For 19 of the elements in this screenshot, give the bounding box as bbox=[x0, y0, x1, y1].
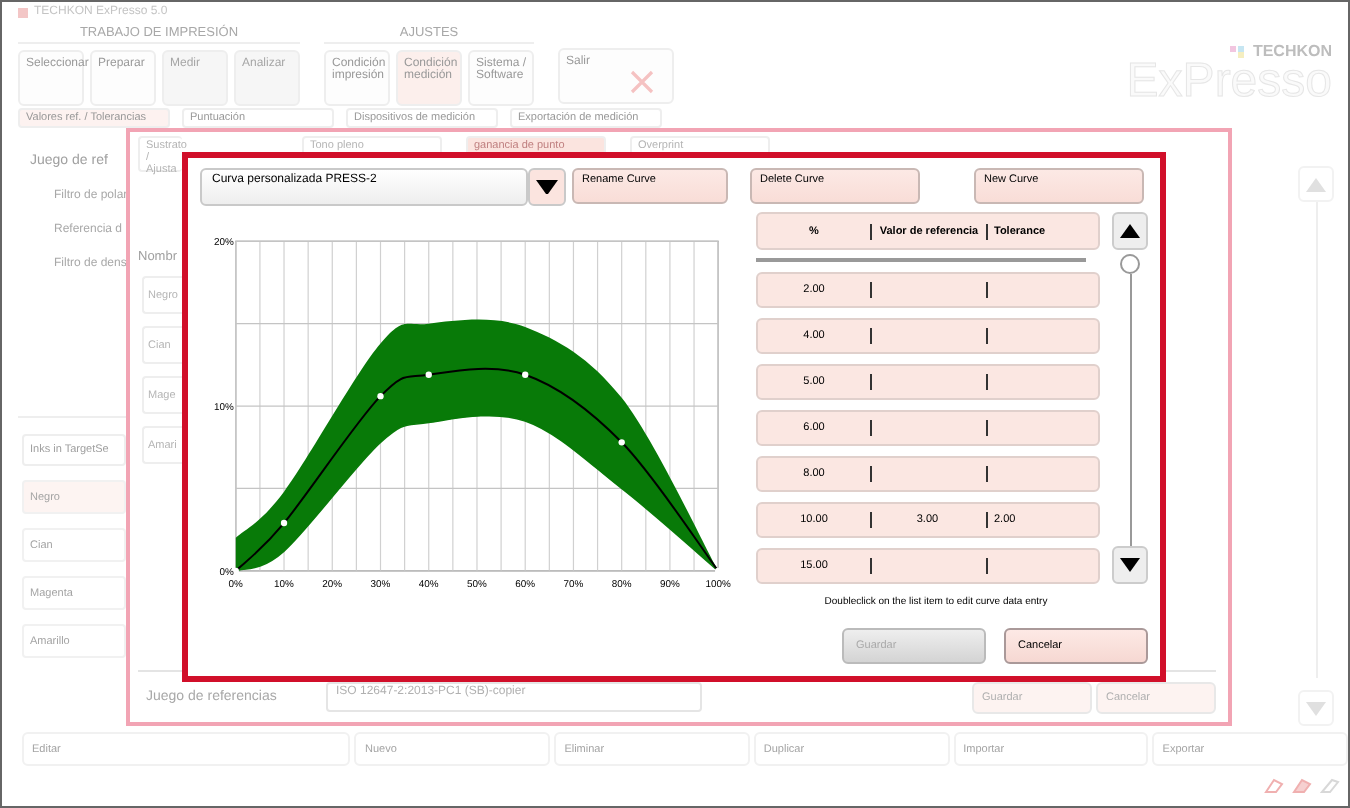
down-arrow-icon bbox=[536, 179, 558, 195]
data-point bbox=[522, 371, 529, 378]
up-arrow-icon bbox=[1306, 177, 1326, 191]
squares-icon bbox=[1230, 45, 1247, 57]
logo-brand: TECHKON bbox=[1252, 42, 1332, 60]
scroll-up-button[interactable] bbox=[1112, 212, 1148, 250]
data-point bbox=[280, 519, 288, 527]
close-icon bbox=[630, 70, 654, 94]
down-arrow-icon bbox=[1306, 701, 1326, 715]
data-point bbox=[377, 393, 384, 400]
data-point bbox=[232, 567, 239, 574]
data-point bbox=[425, 371, 432, 378]
down-arrow-icon bbox=[1120, 558, 1140, 572]
scroll-thumb[interactable] bbox=[1120, 254, 1140, 274]
data-point bbox=[618, 439, 625, 446]
scroll-down-button[interactable] bbox=[1112, 546, 1148, 584]
up-arrow-icon bbox=[1120, 224, 1140, 238]
app-icon bbox=[18, 7, 28, 17]
dropdown-button[interactable] bbox=[528, 168, 566, 206]
